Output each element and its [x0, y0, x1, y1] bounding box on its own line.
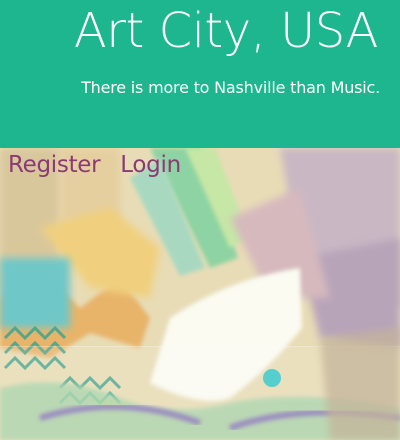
site-header: Art City, USA There is more to Nashville… — [0, 0, 400, 148]
login-link[interactable]: Login — [120, 152, 181, 178]
artwork-painting — [0, 148, 400, 440]
site-tagline: There is more to Nashville than Music. — [81, 78, 380, 97]
site-title: Art City, USA — [73, 3, 379, 59]
hero-artwork — [0, 148, 400, 440]
auth-nav: Register Login — [8, 152, 181, 178]
page: Art City, USA There is more to Nashville… — [0, 0, 400, 440]
register-link[interactable]: Register — [8, 152, 101, 178]
